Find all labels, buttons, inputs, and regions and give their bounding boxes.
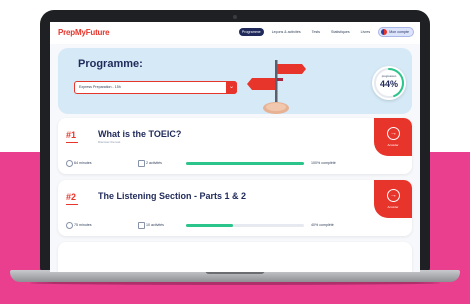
lesson-meta: 64 minutes 2 activités 100% complété	[66, 160, 406, 168]
programme-hero: Programme: Express Preparation - 15h ⌄ p…	[58, 48, 412, 114]
account-button[interactable]: Mon compte	[378, 27, 414, 37]
arrow-right-icon: →	[387, 189, 400, 202]
page-title: Programme:	[78, 58, 143, 70]
open-lesson-label: Accéder	[387, 143, 399, 147]
account-label: Mon compte	[389, 30, 409, 34]
clock-icon	[66, 160, 73, 167]
top-navigation: PrepMyFuture Programme Leçons & activité…	[50, 22, 420, 44]
progress-value: 44%	[379, 79, 398, 89]
activities-icon	[138, 160, 145, 167]
lesson-number: #2	[66, 192, 79, 205]
nav-item-lessons[interactable]: Leçons & activités	[269, 28, 304, 36]
lesson-number: #1	[66, 130, 79, 143]
lesson-progress-text: 40% complété	[311, 223, 334, 227]
lesson-card-1[interactable]: #1 What is the TOEIC? Discover the test …	[58, 118, 412, 174]
lesson-progress-fill	[186, 224, 234, 227]
nav-item-statistics[interactable]: Statistiques	[328, 28, 353, 36]
lesson-progress-fill	[186, 162, 304, 165]
nav-item-books[interactable]: Livres	[358, 28, 374, 36]
lesson-subtitle: Discover the test	[98, 140, 121, 144]
chevron-down-icon[interactable]: ⌄	[226, 81, 237, 94]
laptop-screen: PrepMyFuture Programme Leçons & activité…	[50, 22, 420, 272]
lesson-title: The Listening Section - Parts 1 & 2	[98, 191, 247, 201]
signpost-arrow-left	[247, 78, 275, 90]
nav-menu: Programme Leçons & activités Tests Stati…	[238, 27, 414, 37]
programme-select[interactable]: Express Preparation - 15h ⌄	[74, 81, 237, 94]
lesson-title: What is the TOEIC?	[98, 129, 182, 139]
nav-item-tests[interactable]: Tests	[309, 28, 323, 36]
lesson-progress-bar	[186, 224, 304, 227]
avatar-flag-icon	[381, 29, 388, 35]
programme-progress-ring: progression 44%	[372, 66, 406, 100]
signpost-illustration	[247, 60, 306, 114]
nav-item-programme[interactable]: Programme	[238, 28, 264, 36]
arrow-right-icon: →	[387, 127, 400, 140]
brand-logo[interactable]: PrepMyFuture	[58, 28, 110, 37]
lesson-duration: 75 minutes	[74, 223, 92, 227]
clock-icon	[66, 222, 73, 229]
lesson-activities: 10 activités	[146, 223, 164, 227]
open-lesson-button[interactable]: → Accéder	[374, 180, 412, 218]
open-lesson-label: Accéder	[387, 205, 399, 209]
progress-label: progression	[381, 74, 397, 78]
lesson-meta: 75 minutes 10 activités 40% complété	[66, 222, 406, 230]
lesson-duration: 64 minutes	[74, 161, 92, 165]
programme-select-value: Express Preparation - 15h	[79, 85, 121, 89]
lesson-card-2[interactable]: #2 The Listening Section - Parts 1 & 2 →…	[58, 180, 412, 236]
lesson-activities: 2 activités	[146, 161, 162, 165]
lesson-progress-bar	[186, 162, 304, 165]
activities-icon	[138, 222, 145, 229]
signpost-arrow-right	[277, 64, 306, 74]
lesson-progress-text: 100% complété	[311, 161, 336, 165]
open-lesson-button[interactable]: → Accéder	[374, 118, 412, 156]
lesson-card-3[interactable]	[58, 242, 412, 272]
signpost-base-top	[266, 103, 286, 111]
signpost-arrow-back	[277, 78, 283, 81]
webcam	[233, 15, 237, 19]
